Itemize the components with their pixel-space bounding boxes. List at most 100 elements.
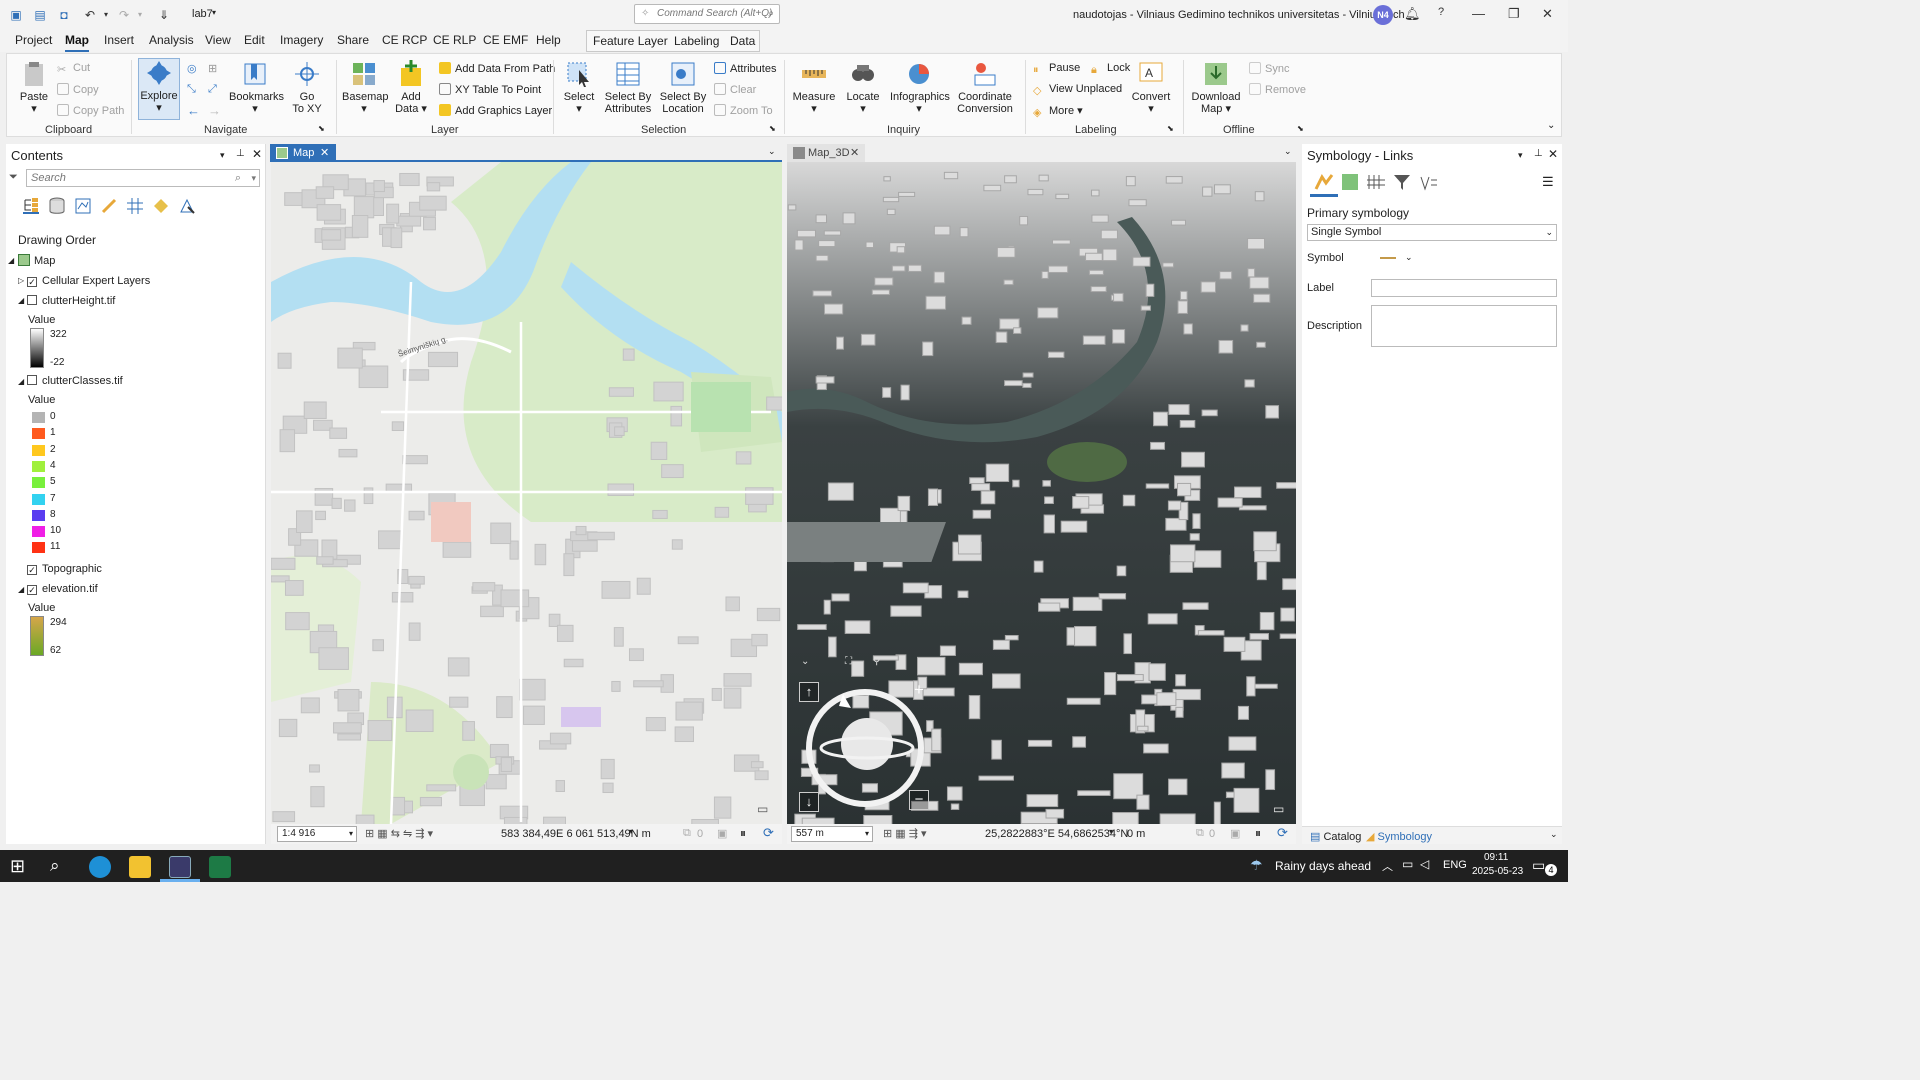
copy-path-button[interactable]: Copy Path bbox=[57, 104, 124, 117]
navigate-launcher-icon[interactable]: ⬊ bbox=[318, 124, 325, 133]
class-swatch[interactable] bbox=[32, 509, 45, 521]
refresh-icon[interactable]: ⟳ bbox=[763, 825, 774, 841]
offline-launcher-icon[interactable]: ⬊ bbox=[1297, 124, 1304, 133]
add-data-button[interactable]: Add Data ▾ bbox=[393, 60, 429, 115]
notifications-icon[interactable]: 🔔︎ bbox=[1404, 6, 1421, 22]
volume-icon[interactable]: ◁ bbox=[1420, 857, 1429, 871]
minimize-icon[interactable]: — bbox=[1472, 6, 1485, 21]
undo-dropdown-icon[interactable]: ▾ bbox=[98, 7, 114, 23]
command-search-input[interactable]: ✧ Command Search (Alt+Q) ⌕ bbox=[634, 4, 780, 24]
fixed-zoom-icon[interactable]: ⊞ bbox=[208, 62, 217, 75]
tray-overflow-icon[interactable]: ︿ bbox=[1382, 858, 1393, 874]
list-by-labeling-icon[interactable] bbox=[152, 197, 170, 215]
symb-pin-icon[interactable]: ⊥ bbox=[1534, 148, 1543, 159]
altitude-dropdown-icon[interactable]: ▾ bbox=[865, 827, 869, 841]
description-field[interactable] bbox=[1371, 305, 1557, 347]
map-tab-list-icon[interactable]: ⌄ bbox=[768, 146, 776, 157]
layer-clutter-height[interactable]: clutterHeight.tif bbox=[27, 295, 115, 307]
class-swatch[interactable] bbox=[32, 444, 45, 456]
file-explorer-icon[interactable] bbox=[129, 856, 151, 878]
map-tree-item[interactable]: Map bbox=[18, 254, 55, 267]
layer-checkbox[interactable] bbox=[27, 295, 37, 305]
symbology-method-select[interactable]: Single Symbol ⌄ bbox=[1307, 224, 1557, 241]
tab-view[interactable]: View bbox=[205, 33, 231, 47]
pin-icon[interactable]: ⊥ bbox=[236, 148, 245, 159]
scene-notes-icon[interactable]: ▭ bbox=[1273, 802, 1284, 816]
tab-ce-emf[interactable]: CE EMF bbox=[483, 33, 528, 47]
layer-checkbox[interactable]: ✓ bbox=[27, 565, 37, 575]
class-swatch[interactable] bbox=[32, 460, 45, 472]
close-window-icon[interactable]: ✕ bbox=[1542, 6, 1553, 22]
bookmarks-button[interactable]: Bookmarks ▾ bbox=[229, 60, 284, 115]
undo-icon[interactable]: ↶ bbox=[82, 7, 98, 23]
list-by-selection-icon[interactable] bbox=[100, 197, 118, 215]
select-by-location-button[interactable]: Select By Location bbox=[659, 60, 707, 115]
tab-labeling[interactable]: Labeling bbox=[674, 34, 719, 48]
navigator-compass[interactable] bbox=[803, 686, 927, 810]
navigator-first-person-icon[interactable]: ⚲ bbox=[873, 656, 880, 667]
contents-search-input[interactable]: Search ⌕ ▾ bbox=[26, 169, 260, 187]
tab-edit[interactable]: Edit bbox=[244, 33, 265, 47]
class-swatch[interactable] bbox=[32, 412, 45, 423]
locate-button[interactable]: Locate ▾ bbox=[843, 60, 883, 115]
collapse-clutterheight-icon[interactable]: ◢ bbox=[18, 296, 24, 305]
expand-cellular-icon[interactable]: ▷ bbox=[18, 276, 24, 285]
layer-checkbox[interactable] bbox=[27, 375, 37, 385]
class-swatch[interactable] bbox=[32, 493, 45, 505]
class-swatch[interactable] bbox=[32, 526, 45, 538]
xy-table-to-point-button[interactable]: XY Table To Point bbox=[439, 83, 541, 96]
layer-cellular-expert[interactable]: ✓ Cellular Expert Layers bbox=[27, 275, 150, 287]
tab-share[interactable]: Share bbox=[337, 33, 369, 47]
scene-table-icon[interactable]: ▣ bbox=[1230, 827, 1240, 840]
infographics-button[interactable]: Infographics ▾ bbox=[890, 60, 950, 115]
select-by-attributes-button[interactable]: Select By Attributes bbox=[604, 60, 652, 115]
tab-ce-rcp[interactable]: CE RCP bbox=[382, 33, 427, 47]
clear-button[interactable]: Clear bbox=[714, 83, 756, 96]
convert-button[interactable]: A Convert ▾ bbox=[1131, 60, 1171, 115]
map-view-3d[interactable]: ⌄ ⛶ ⚲ ↑ + ↓ − ▭ bbox=[787, 162, 1296, 824]
arcgis-pro-icon[interactable] bbox=[169, 856, 191, 878]
add-graphics-layer-button[interactable]: Add Graphics Layer bbox=[439, 104, 552, 117]
tab-map3d-view[interactable]: Map_3D ✕ bbox=[787, 144, 865, 162]
tab-ce-rlp[interactable]: CE RLP bbox=[433, 33, 476, 47]
pause-drawing-icon[interactable]: ⏸ bbox=[740, 826, 746, 841]
scene-pause-icon[interactable]: ⏸ bbox=[1255, 826, 1261, 841]
restore-icon[interactable]: ❐ bbox=[1508, 6, 1520, 22]
layer-topographic[interactable]: ✓ Topographic bbox=[27, 563, 102, 575]
pause-labeling-button[interactable]: ⏸ Pause bbox=[1033, 62, 1080, 76]
start-icon[interactable]: ⊞ bbox=[10, 856, 25, 877]
tab-imagery[interactable]: Imagery bbox=[280, 33, 323, 47]
scene-tools-icons[interactable]: ⊞ ▦ ⇶ ▾ bbox=[883, 827, 927, 840]
symb-close-icon[interactable]: ✕ bbox=[1548, 147, 1558, 161]
close-map3d-tab-icon[interactable]: ✕ bbox=[850, 146, 859, 159]
view-splitter[interactable] bbox=[782, 162, 787, 824]
map-view-2d[interactable]: Šeimyniškių g. ▭ bbox=[271, 162, 782, 824]
coordinate-conversion-button[interactable]: Coordinate Conversion bbox=[955, 60, 1015, 115]
tab-project[interactable]: Project bbox=[15, 33, 52, 47]
copy-button[interactable]: Copy bbox=[57, 83, 99, 96]
scale-dropdown-icon[interactable]: ▾ bbox=[349, 827, 353, 841]
map-tools-icons[interactable]: ⊞ ▦ ⇆ ⇋ ⇶ ▾ bbox=[365, 827, 433, 840]
zoom-out-fixed-icon[interactable]: ⤢ bbox=[208, 83, 217, 96]
edge-icon[interactable] bbox=[89, 856, 111, 878]
scale-selector[interactable]: 1:4 916 ▾ bbox=[277, 826, 357, 842]
redo-icon[interactable]: ↷ bbox=[116, 7, 132, 23]
previous-extent-icon[interactable]: ← bbox=[187, 103, 200, 118]
weather-text[interactable]: Rainy days ahead bbox=[1275, 859, 1371, 873]
layer-clutter-classes[interactable]: clutterClasses.tif bbox=[27, 375, 123, 387]
list-by-drawing-order-icon[interactable] bbox=[22, 197, 40, 215]
navigator-fullscreen-icon[interactable]: ⛶ bbox=[845, 656, 852, 667]
labeling-launcher-icon[interactable]: ⬊ bbox=[1167, 124, 1174, 133]
close-map-tab-icon[interactable]: ✕ bbox=[320, 146, 329, 159]
select-button[interactable]: Select ▾ bbox=[560, 60, 598, 115]
tab-catalog[interactable]: ▤ Catalog bbox=[1310, 830, 1361, 843]
selection-launcher-icon[interactable]: ⬊ bbox=[769, 124, 776, 133]
symb-options-icon[interactable]: ▾ bbox=[1518, 150, 1523, 161]
tab-analysis[interactable]: Analysis bbox=[149, 33, 194, 47]
pane-tabs-dropdown-icon[interactable]: ⌄ bbox=[1550, 829, 1558, 840]
map-notes-icon[interactable]: ▭ bbox=[757, 802, 768, 816]
tab-data[interactable]: Data bbox=[730, 34, 755, 48]
save-icon[interactable]: ◘ bbox=[56, 7, 72, 23]
vary-symbology-icon[interactable] bbox=[1340, 172, 1360, 192]
help-icon[interactable]: ? bbox=[1438, 6, 1444, 18]
